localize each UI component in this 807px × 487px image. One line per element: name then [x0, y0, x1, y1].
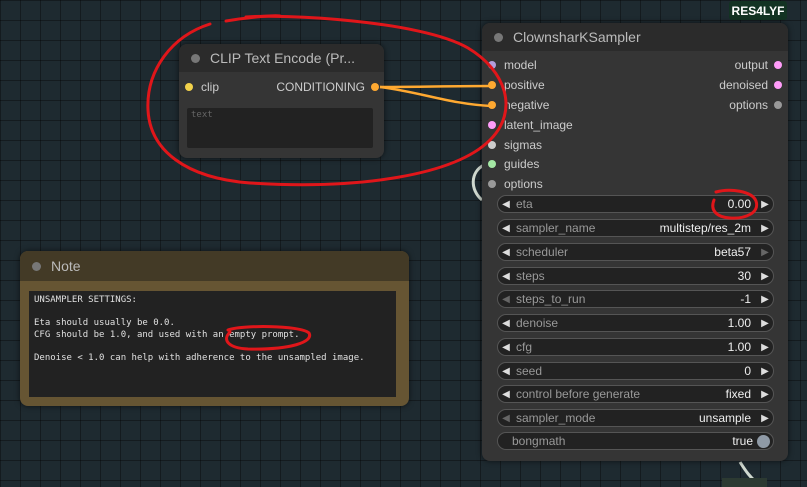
annotation-stroke-top [224, 14, 282, 23]
annotation-circle-eta [711, 188, 759, 220]
wire-positive [379, 84, 492, 89]
conditioning-wires [379, 84, 492, 108]
red-annotations [146, 14, 759, 351]
annotation-overlay [146, 14, 759, 351]
annotation-underline-empty-prompt [225, 325, 312, 351]
wire-negative [379, 85, 492, 108]
